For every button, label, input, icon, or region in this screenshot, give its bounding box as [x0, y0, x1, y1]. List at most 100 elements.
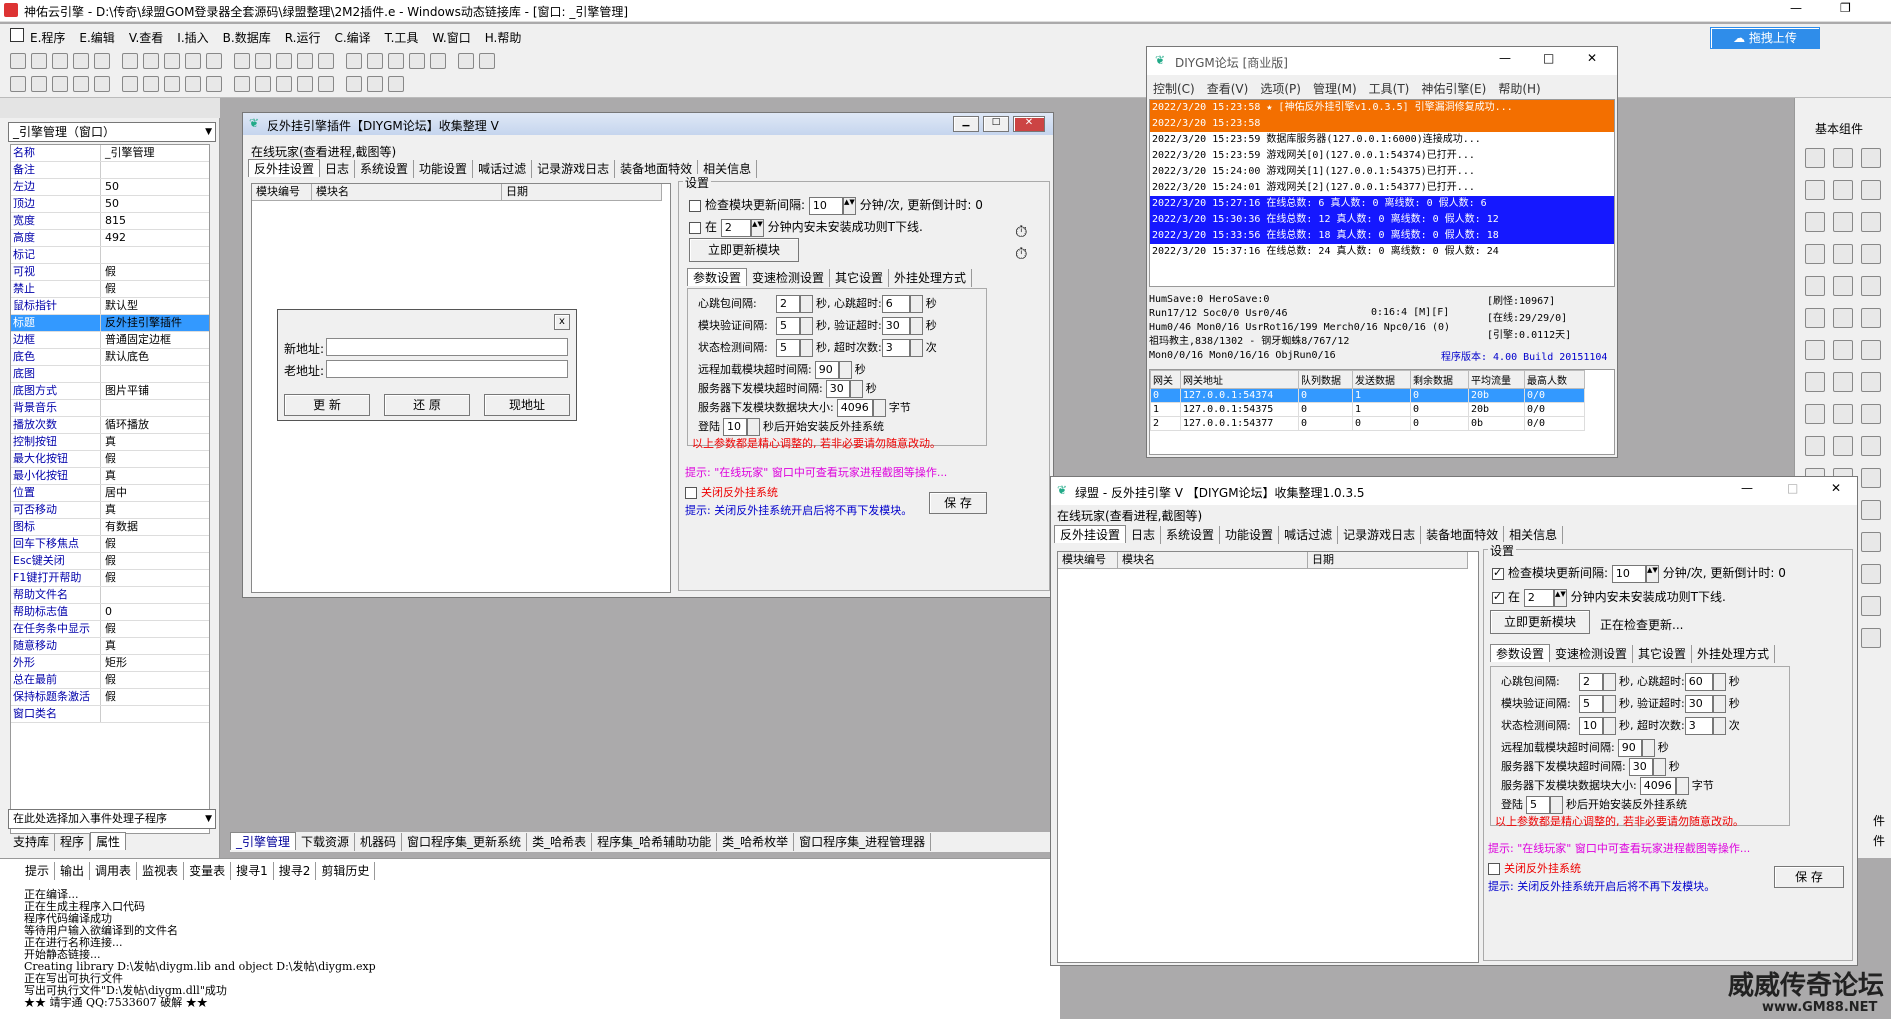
- toolbar-button-icon[interactable]: [276, 53, 292, 69]
- restore-address-button[interactable]: 还 原: [384, 394, 470, 416]
- component-icon[interactable]: [1861, 564, 1881, 584]
- property-row[interactable]: Esc键关闭假: [11, 553, 209, 570]
- kick-minutes-input[interactable]: 2: [720, 218, 751, 237]
- toolbar-button-icon[interactable]: [318, 53, 334, 69]
- upload-button[interactable]: ☁ 拖拽上传: [1710, 27, 1820, 49]
- document-tab[interactable]: _引擎管理: [230, 832, 297, 850]
- panel-tab[interactable]: 属性: [90, 832, 127, 850]
- table-row[interactable]: 2 127.0.0.1:54377 0 0 0 0b 0/0: [1150, 416, 1585, 431]
- param-input[interactable]: 90: [814, 361, 839, 379]
- param-input[interactable]: 5: [1526, 796, 1550, 814]
- property-row[interactable]: 背景音乐: [11, 400, 209, 417]
- menu-item[interactable]: B.数据库: [223, 31, 271, 45]
- toolbar-button-icon[interactable]: [31, 76, 47, 92]
- toolbar-button-icon[interactable]: [206, 76, 222, 92]
- spin-icon[interactable]: [1712, 673, 1726, 691]
- component-icon[interactable]: [1833, 372, 1853, 392]
- toolbar-button-icon[interactable]: [122, 76, 138, 92]
- component-icon[interactable]: [1833, 308, 1853, 328]
- toolbar-button-icon[interactable]: [10, 53, 26, 69]
- spin-icon[interactable]: ▲▼: [1645, 564, 1659, 583]
- toolbar-button-icon[interactable]: [185, 53, 201, 69]
- component-icon[interactable]: [1805, 404, 1825, 424]
- document-tab[interactable]: 类_哈希表: [527, 833, 593, 851]
- property-row[interactable]: 外形 矩形: [11, 655, 209, 672]
- close-system-checkbox[interactable]: [685, 487, 697, 499]
- component-icon[interactable]: [1861, 436, 1881, 456]
- property-row[interactable]: 边框 普通固定边框: [11, 332, 209, 349]
- output-tab[interactable]: 搜寻2: [274, 862, 317, 880]
- check-update-checkbox[interactable]: [689, 199, 701, 212]
- component-icon[interactable]: [1861, 308, 1881, 328]
- sub-tab[interactable]: 变速检测设置: [1550, 645, 1634, 663]
- component-icon[interactable]: [1861, 148, 1881, 168]
- toolbar-button-icon[interactable]: [94, 76, 110, 92]
- maximize-icon[interactable]: □: [1543, 51, 1554, 65]
- table-row[interactable]: 0 127.0.0.1:54374 0 1 0 20b 0/0: [1150, 388, 1585, 403]
- panel-tab[interactable]: 支持库: [8, 833, 56, 851]
- spin-icon[interactable]: [1712, 695, 1726, 713]
- param-input[interactable]: 3: [881, 339, 910, 357]
- param-input[interactable]: 60: [1684, 673, 1713, 691]
- property-row[interactable]: 在任务条中显示假: [11, 621, 209, 638]
- table-row[interactable]: 1 127.0.0.1:54375 0 1 0 20b 0/0: [1150, 402, 1585, 417]
- spin-icon[interactable]: [909, 339, 923, 357]
- component-icon[interactable]: [1861, 596, 1881, 616]
- component-icon[interactable]: [1833, 212, 1853, 232]
- dialog-close-button[interactable]: x: [554, 314, 570, 330]
- component-icon[interactable]: [1861, 500, 1881, 520]
- menu-item[interactable]: W.窗口: [432, 31, 470, 45]
- toolbar-button-icon[interactable]: [185, 76, 201, 92]
- toolbar-button-icon[interactable]: [346, 53, 362, 69]
- update-now-button[interactable]: 立即更新模块: [689, 238, 799, 262]
- toolbar-button-icon[interactable]: [234, 76, 250, 92]
- spin-icon[interactable]: [1550, 796, 1563, 814]
- tab[interactable]: 功能设置: [1220, 526, 1280, 544]
- component-icon[interactable]: [1833, 436, 1853, 456]
- property-row[interactable]: 标题 反外挂引擎插件: [11, 315, 209, 332]
- param-input[interactable]: 30: [1684, 695, 1713, 713]
- menu-item[interactable]: E.编辑: [79, 31, 114, 45]
- toolbar-button-icon[interactable]: [479, 53, 495, 69]
- toolbar-button-icon[interactable]: [206, 53, 222, 69]
- column-header[interactable]: 队列数据: [1298, 370, 1353, 389]
- update-interval-input[interactable]: 10: [808, 196, 843, 215]
- save-button[interactable]: 保 存: [929, 492, 987, 514]
- component-icon[interactable]: [1861, 244, 1881, 264]
- toolbar-button-icon[interactable]: [346, 76, 362, 92]
- component-icon[interactable]: [1861, 372, 1881, 392]
- property-row[interactable]: 宽度 815: [11, 213, 209, 230]
- spin-icon[interactable]: ▲▼: [1553, 588, 1567, 607]
- spin-icon[interactable]: ▲▼: [842, 196, 856, 215]
- toolbar-button-icon[interactable]: [458, 53, 474, 69]
- component-icon[interactable]: [1805, 180, 1825, 200]
- spin-icon[interactable]: [1603, 695, 1616, 713]
- toolbar-button-icon[interactable]: [234, 53, 250, 69]
- property-row[interactable]: 窗口类名: [11, 706, 209, 723]
- panel-tab[interactable]: 程序: [55, 833, 91, 851]
- output-tab[interactable]: 剪辑历史: [316, 862, 376, 880]
- output-tab[interactable]: 监视表: [137, 862, 185, 880]
- component-icon[interactable]: [1861, 212, 1881, 232]
- toolbar-button-icon[interactable]: [297, 53, 313, 69]
- component-icon[interactable]: [1861, 340, 1881, 360]
- property-row[interactable]: 帮助文件名: [11, 587, 209, 604]
- close-button[interactable]: ✕: [1013, 116, 1045, 132]
- document-tab[interactable]: 下载资源: [296, 833, 356, 851]
- spin-icon[interactable]: [872, 399, 886, 417]
- save-button[interactable]: 保 存: [1774, 866, 1844, 888]
- component-icon[interactable]: [1833, 404, 1853, 424]
- param-input[interactable]: 30: [881, 317, 910, 335]
- form-selector[interactable]: _引擎管理（窗口） ▼: [8, 122, 216, 142]
- property-row[interactable]: 底图方式 图片平铺: [11, 383, 209, 400]
- menu-item[interactable]: R.运行: [285, 31, 321, 45]
- toolbar-button-icon[interactable]: [409, 53, 425, 69]
- param-input[interactable]: 3: [1684, 717, 1713, 735]
- toolbar-button-icon[interactable]: [10, 76, 26, 92]
- column-header[interactable]: 发送数据: [1352, 370, 1411, 389]
- kick-minutes-input[interactable]: 2: [1523, 588, 1554, 607]
- diygm-menu-item[interactable]: 选项(P): [1260, 82, 1301, 96]
- column-header[interactable]: 模块编号: [252, 184, 312, 201]
- spin-icon[interactable]: [1675, 777, 1689, 795]
- maximize-icon[interactable]: □: [1787, 481, 1798, 495]
